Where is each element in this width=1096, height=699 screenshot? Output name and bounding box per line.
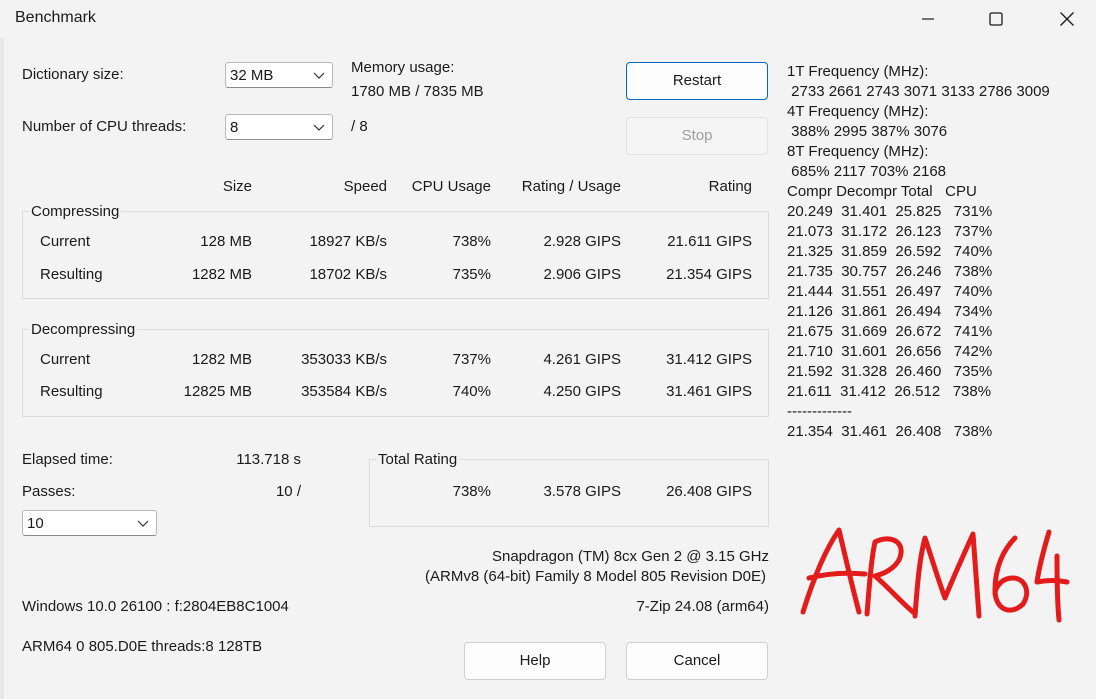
cell-cpu: 738% bbox=[452, 233, 491, 250]
chevron-down-icon bbox=[313, 124, 325, 131]
cell-cpu: 735% bbox=[452, 266, 491, 283]
compressing-group bbox=[22, 211, 769, 299]
cell-size: 128 MB bbox=[200, 233, 252, 250]
decompressing-title: Decompressing bbox=[29, 321, 138, 338]
passes-select[interactable]: 10 bbox=[22, 510, 157, 536]
help-button[interactable]: Help bbox=[464, 642, 606, 680]
cell-speed: 353033 KB/s bbox=[301, 351, 387, 368]
log-line: 21.444 31.551 26.497 740% bbox=[787, 283, 993, 300]
memory-usage-label: Memory usage: bbox=[351, 59, 455, 76]
close-button[interactable] bbox=[1044, 0, 1090, 38]
handwritten-arm64-annotation bbox=[800, 527, 1070, 623]
sevenzip-version: 7-Zip 24.08 (arm64) bbox=[636, 598, 769, 615]
log-line: 21.073 31.172 26.123 737% bbox=[787, 223, 993, 240]
cell-speed: 353584 KB/s bbox=[301, 383, 387, 400]
arch-info: ARM64 0 805.D0E threads:8 128TB bbox=[22, 638, 263, 655]
cpu-family: (ARMv8 (64-bit) Family 8 Model 805 Revis… bbox=[425, 568, 766, 585]
cell-size: 1282 MB bbox=[191, 351, 252, 368]
chevron-down-icon bbox=[313, 72, 325, 79]
log-line: 21.735 30.757 26.246 738% bbox=[787, 263, 993, 280]
windows-version: Windows 10.0 26100 : f:2804EB8C1004 bbox=[22, 598, 289, 615]
cell-size: 12825 MB bbox=[183, 383, 252, 400]
cell-size: 1282 MB bbox=[191, 266, 252, 283]
log-line: 4T Frequency (MHz): bbox=[787, 103, 929, 120]
cell-rating-usage: 4.250 GIPS bbox=[543, 383, 621, 400]
total-cpu: 738% bbox=[452, 483, 491, 500]
cpu-threads-max: / 8 bbox=[351, 118, 368, 135]
cpu-model: Snapdragon (TM) 8cx Gen 2 @ 3.15 GHz bbox=[491, 548, 769, 565]
column-header-cpu-usage: CPU Usage bbox=[411, 178, 491, 195]
log-line: 8T Frequency (MHz): bbox=[787, 143, 929, 160]
column-header-rating: Rating bbox=[708, 178, 752, 195]
close-icon bbox=[1060, 12, 1074, 26]
window-title: Benchmark bbox=[15, 9, 96, 26]
log-line: 21.592 31.328 26.460 735% bbox=[787, 363, 993, 380]
log-line: 21.126 31.861 26.494 734% bbox=[787, 303, 993, 320]
minimize-icon bbox=[922, 18, 934, 20]
passes-value: 10 / bbox=[275, 483, 301, 500]
log-line: 2733 2661 2743 3071 3133 2786 3009 bbox=[787, 83, 1050, 100]
column-header-rating-usage: Rating / Usage bbox=[521, 178, 621, 195]
cpu-threads-select[interactable]: 8 bbox=[225, 114, 333, 140]
maximize-icon bbox=[989, 12, 1003, 26]
benchmark-window: Benchmark Dictionary size: 32 MB Memory … bbox=[0, 0, 1096, 699]
log-line: 21.354 31.461 26.408 738% bbox=[787, 423, 993, 440]
chevron-down-icon bbox=[137, 520, 149, 527]
row-label: Resulting bbox=[40, 383, 103, 400]
cpu-threads-value: 8 bbox=[230, 119, 239, 136]
stop-button[interactable]: Stop bbox=[626, 117, 768, 155]
cell-rating-usage: 2.928 GIPS bbox=[543, 233, 621, 250]
cell-rating-usage: 4.261 GIPS bbox=[543, 351, 621, 368]
column-header-speed: Speed bbox=[343, 178, 387, 195]
passes-select-value: 10 bbox=[27, 515, 44, 532]
log-line: 21.325 31.859 26.592 740% bbox=[787, 243, 993, 260]
minimize-button[interactable] bbox=[905, 0, 951, 38]
passes-label: Passes: bbox=[22, 483, 76, 500]
cell-rating: 31.461 GIPS bbox=[666, 383, 752, 400]
cpu-threads-label: Number of CPU threads: bbox=[22, 118, 187, 135]
elapsed-time-label: Elapsed time: bbox=[22, 451, 113, 468]
log-line: ------------- bbox=[787, 403, 852, 420]
log-line: 21.675 31.669 26.672 741% bbox=[787, 323, 993, 340]
compressing-title: Compressing bbox=[29, 203, 122, 220]
restart-button[interactable]: Restart bbox=[626, 62, 768, 100]
row-label: Current bbox=[40, 233, 91, 250]
total-rating-usage: 3.578 GIPS bbox=[543, 483, 621, 500]
log-line: 685% 2117 703% 2168 bbox=[787, 163, 947, 180]
log-line: 20.249 31.401 25.825 731% bbox=[787, 203, 993, 220]
row-label: Current bbox=[40, 351, 91, 368]
dictionary-size-value: 32 MB bbox=[230, 67, 274, 84]
title-bar: Benchmark bbox=[0, 0, 1096, 38]
total-rating-value: 26.408 GIPS bbox=[666, 483, 752, 500]
cell-cpu: 737% bbox=[452, 351, 491, 368]
memory-usage-value: 1780 MB / 7835 MB bbox=[351, 83, 484, 100]
cell-speed: 18927 KB/s bbox=[309, 233, 387, 250]
cell-rating-usage: 2.906 GIPS bbox=[543, 266, 621, 283]
dictionary-size-select[interactable]: 32 MB bbox=[225, 62, 333, 88]
cell-cpu: 740% bbox=[452, 383, 491, 400]
results-log: 1T Frequency (MHz): 2733 2661 2743 3071 … bbox=[787, 62, 1050, 442]
log-line: 21.710 31.601 26.656 742% bbox=[787, 343, 993, 360]
decompressing-group bbox=[22, 329, 769, 417]
total-rating-title: Total Rating bbox=[376, 451, 460, 468]
column-header-size: Size bbox=[222, 178, 252, 195]
log-line: 21.611 31.412 26.512 738% bbox=[787, 383, 992, 400]
cell-rating: 21.611 GIPS bbox=[667, 233, 752, 250]
dictionary-size-label: Dictionary size: bbox=[22, 66, 124, 83]
window-edge bbox=[0, 38, 4, 699]
cell-rating: 31.412 GIPS bbox=[666, 351, 752, 368]
log-line: Compr Decompr Total CPU bbox=[787, 183, 977, 200]
cancel-button[interactable]: Cancel bbox=[626, 642, 768, 680]
elapsed-time-value: 113.718 s bbox=[236, 451, 301, 468]
cell-rating: 21.354 GIPS bbox=[666, 266, 752, 283]
maximize-button[interactable] bbox=[973, 0, 1019, 38]
row-label: Resulting bbox=[40, 266, 103, 283]
log-line: 1T Frequency (MHz): bbox=[787, 63, 929, 80]
log-line: 388% 2995 387% 3076 bbox=[787, 123, 948, 140]
cell-speed: 18702 KB/s bbox=[309, 266, 387, 283]
